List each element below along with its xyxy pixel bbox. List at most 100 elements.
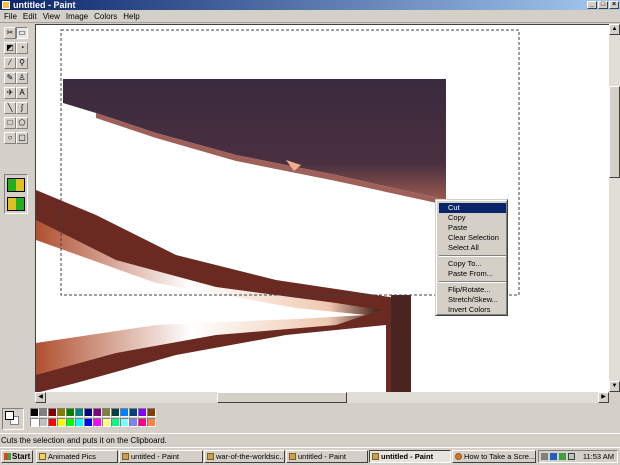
signal-icon[interactable] <box>559 453 566 460</box>
rounded-rectangle-icon[interactable]: ▢ <box>16 132 28 144</box>
taskbar-button-animated-pics[interactable]: Animated Pics <box>36 450 118 463</box>
rectangle-icon[interactable]: □ <box>4 117 16 129</box>
palette-swatch[interactable] <box>120 418 129 427</box>
palette-swatch[interactable] <box>111 418 120 427</box>
ellipse-icon[interactable]: ○ <box>4 132 16 144</box>
palette-swatch[interactable] <box>66 418 75 427</box>
scroll-up-button[interactable]: ▲ <box>609 24 620 35</box>
magnifier-icon[interactable]: ⚲ <box>16 57 28 69</box>
context-item-cut[interactable]: Cut <box>439 203 506 213</box>
palette-swatch[interactable] <box>102 418 111 427</box>
menu-image[interactable]: Image <box>63 10 91 23</box>
scrollbar-corner <box>609 392 620 403</box>
paint-app-icon[interactable] <box>2 1 10 9</box>
text-icon[interactable]: A <box>16 87 28 99</box>
palette-swatch[interactable] <box>30 408 39 417</box>
menu-view[interactable]: View <box>40 10 63 23</box>
palette-swatch[interactable] <box>129 418 138 427</box>
pencil-icon[interactable]: ✎ <box>4 72 16 84</box>
opaque-option[interactable] <box>7 178 25 192</box>
palette-swatch[interactable] <box>30 418 39 427</box>
palette-swatch[interactable] <box>93 418 102 427</box>
network-icon[interactable] <box>550 453 557 460</box>
menu-edit[interactable]: Edit <box>20 10 40 23</box>
scroll-right-button[interactable]: ▶ <box>598 392 609 403</box>
color-picker-icon[interactable]: ⁄ <box>4 57 16 69</box>
horizontal-scrollbar[interactable]: ◀ ▶ <box>35 392 609 403</box>
windows-logo-icon <box>4 453 11 460</box>
polygon-icon[interactable]: ⬠ <box>16 117 28 129</box>
menu-colors[interactable]: Colors <box>91 10 120 23</box>
palette-swatch[interactable] <box>111 408 120 417</box>
palette-swatch[interactable] <box>75 418 84 427</box>
eraser-icon[interactable]: ◩ <box>4 42 16 54</box>
palette-swatch[interactable] <box>39 408 48 417</box>
context-item-flip-rotate[interactable]: Flip/Rotate... <box>439 285 506 295</box>
status-text: Cuts the selection and puts it on the Cl… <box>1 436 167 445</box>
foreground-color <box>5 411 14 420</box>
context-item-invert-colors[interactable]: Invert Colors <box>439 305 506 315</box>
palette-swatch[interactable] <box>93 408 102 417</box>
context-menu: Cut Copy Paste Clear Selection Select Al… <box>435 199 508 316</box>
palette-swatch[interactable] <box>138 418 147 427</box>
folder-icon <box>39 453 46 460</box>
palette-swatch[interactable] <box>147 418 156 427</box>
palette-swatch[interactable] <box>84 418 93 427</box>
context-item-paste-from[interactable]: Paste From... <box>439 269 506 279</box>
palette-swatch[interactable] <box>102 408 111 417</box>
start-button[interactable]: Start <box>1 450 33 463</box>
context-item-copy-to[interactable]: Copy To... <box>439 259 506 269</box>
airbrush-icon[interactable]: ✈ <box>4 87 16 99</box>
palette-swatch[interactable] <box>138 408 147 417</box>
context-item-stretch-skew[interactable]: Stretch/Skew... <box>439 295 506 305</box>
paint-icon <box>122 453 129 460</box>
taskbar-button-how-to-screenshot[interactable]: How to Take a Scre... <box>452 450 536 463</box>
palette-swatch[interactable] <box>57 408 66 417</box>
fill-icon[interactable]: ◔ <box>16 42 28 54</box>
context-item-select-all[interactable]: Select All <box>439 243 506 253</box>
menu-file[interactable]: File <box>1 10 20 23</box>
tray-expand-icon[interactable] <box>541 453 548 460</box>
color-box <box>0 405 620 433</box>
palette-swatch[interactable] <box>75 408 84 417</box>
paint-icon <box>207 453 214 460</box>
window-title: untitled - Paint <box>13 0 76 10</box>
palette-swatch[interactable] <box>66 408 75 417</box>
palette-swatch[interactable] <box>84 408 93 417</box>
horizontal-scroll-thumb[interactable] <box>217 392 347 403</box>
taskbar-button-paint-1[interactable]: untitled - Paint <box>119 450 203 463</box>
brush-icon[interactable]: ♙ <box>16 72 28 84</box>
scroll-down-button[interactable]: ▼ <box>609 381 620 392</box>
palette-swatch[interactable] <box>57 418 66 427</box>
drawing-canvas[interactable]: Cut Copy Paste Clear Selection Select Al… <box>35 24 609 392</box>
context-item-clear-selection[interactable]: Clear Selection <box>439 233 506 243</box>
palette-swatch[interactable] <box>120 408 129 417</box>
palette-swatch[interactable] <box>39 418 48 427</box>
start-label: Start <box>12 452 31 461</box>
menu-help[interactable]: Help <box>120 10 142 23</box>
taskbar-button-paint-active[interactable]: untitled - Paint <box>369 450 451 463</box>
paint-icon <box>372 453 379 460</box>
transparent-option[interactable] <box>7 197 25 211</box>
taskbar-button-war-of-the-worlds[interactable]: war-of-the-worldsic... <box>204 450 285 463</box>
palette-swatch[interactable] <box>129 408 138 417</box>
palette-swatch[interactable] <box>48 418 57 427</box>
minimize-button[interactable]: _ <box>587 1 597 9</box>
context-item-copy[interactable]: Copy <box>439 213 506 223</box>
free-form-select-icon[interactable]: ✂ <box>4 27 16 39</box>
rect-select-icon[interactable]: ▭ <box>16 27 28 39</box>
maximize-button[interactable]: □ <box>598 1 608 9</box>
palette-swatch[interactable] <box>147 408 156 417</box>
vertical-scrollbar[interactable]: ▲ ▼ <box>609 24 620 392</box>
clock[interactable]: 11:53 AM <box>583 451 614 462</box>
taskbar-button-paint-2[interactable]: untitled - Paint <box>286 450 368 463</box>
close-button[interactable]: × <box>609 1 619 9</box>
context-item-paste[interactable]: Paste <box>439 223 506 233</box>
scroll-left-button[interactable]: ◀ <box>35 392 46 403</box>
volume-icon[interactable] <box>568 453 575 460</box>
current-colors[interactable] <box>2 408 24 430</box>
curve-icon[interactable]: ∫ <box>16 102 28 114</box>
line-icon[interactable]: ╲ <box>4 102 16 114</box>
palette-swatch[interactable] <box>48 408 57 417</box>
vertical-scroll-thumb[interactable] <box>609 86 620 178</box>
